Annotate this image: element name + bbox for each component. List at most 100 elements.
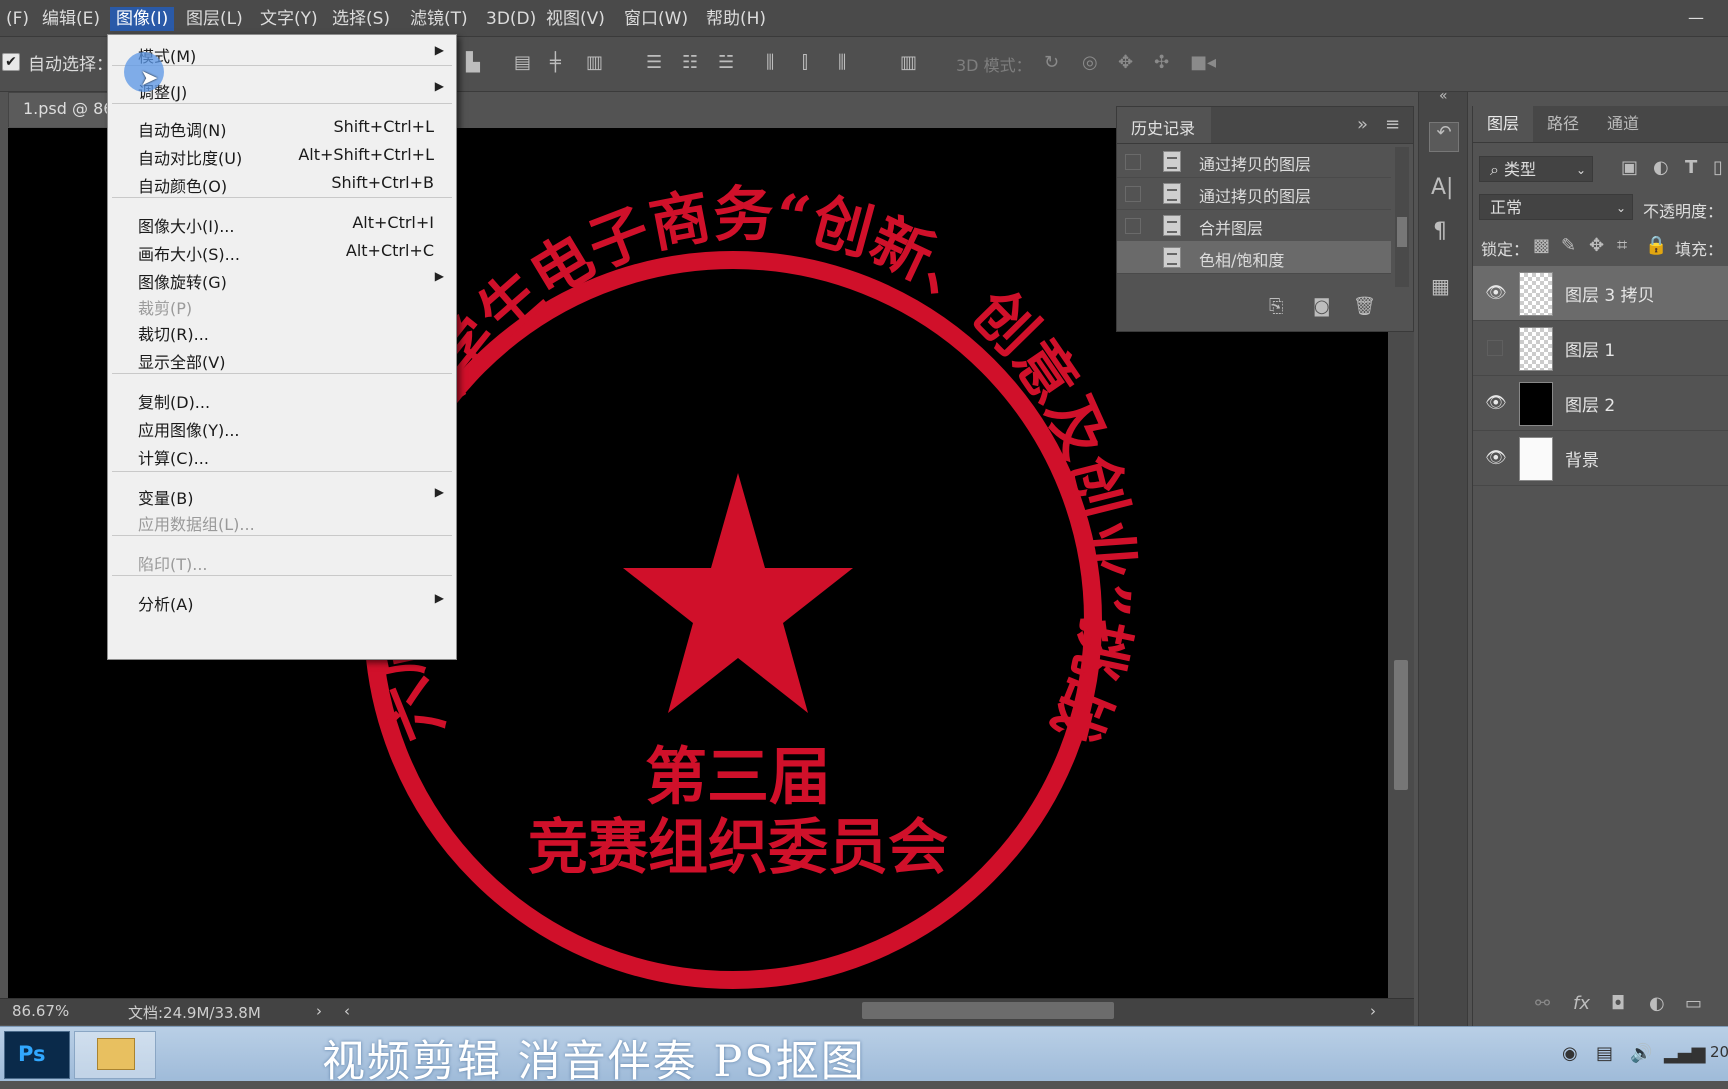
layer-style-fx-icon[interactable]: fx — [1573, 994, 1590, 1014]
lock-all-icon[interactable]: 🔒 — [1645, 236, 1667, 256]
blend-mode-select[interactable]: 正常 ⌄ — [1479, 194, 1633, 220]
image-menu-item-17[interactable]: 分析(A) ▶ — [108, 587, 456, 615]
volume-icon[interactable]: 🔊 — [1630, 1043, 1652, 1064]
align-bottom-icon[interactable]: ▙ — [466, 53, 480, 73]
layer-row[interactable]: 图层 1 — [1473, 321, 1728, 376]
layer-row[interactable]: 👁 图层 2 — [1473, 376, 1728, 431]
history-brush-source-box[interactable] — [1125, 186, 1141, 202]
lock-transparent-icon[interactable]: ▩ — [1533, 236, 1550, 256]
roll-3d-icon[interactable]: ◎ — [1082, 53, 1098, 73]
new-document-from-state-icon[interactable]: ⎘ — [1269, 297, 1283, 317]
filter-adjustment-icon[interactable]: ◐ — [1653, 158, 1669, 178]
image-menu-item-7[interactable]: 图像旋转(G) ▶ — [108, 265, 456, 293]
zoom-level[interactable]: 86.67% — [12, 1002, 69, 1020]
signal-icon[interactable]: ▂▄▆ — [1664, 1043, 1706, 1064]
filter-image-icon[interactable]: ▣ — [1621, 158, 1638, 178]
menu-item-1[interactable]: 编辑(E) — [36, 7, 106, 31]
layer-row[interactable]: 👁 图层 3 拷贝 — [1473, 266, 1728, 321]
rotate-3d-icon[interactable]: ↻ — [1044, 53, 1059, 73]
layer-name[interactable]: 图层 2 — [1565, 391, 1615, 416]
history-scrollbar[interactable] — [1395, 147, 1409, 287]
history-item[interactable]: 通过拷贝的图层 — [1117, 145, 1391, 178]
history-item[interactable]: 通过拷贝的图层 — [1117, 177, 1391, 210]
paragraph-panel-icon[interactable]: ¶ — [1433, 221, 1447, 243]
align-right-icon[interactable]: ▥ — [586, 53, 603, 73]
add-mask-icon[interactable]: ◘ — [1611, 994, 1625, 1014]
visibility-eye-icon[interactable]: 👁 — [1485, 283, 1507, 303]
vertical-scroll-thumb[interactable] — [1394, 660, 1408, 790]
image-menu-item-11[interactable]: 复制(D)... — [108, 385, 456, 413]
align-left-icon[interactable]: ▤ — [514, 53, 531, 73]
menu-item-10[interactable]: 帮助(H) — [700, 7, 772, 31]
menu-item-8[interactable]: 视图(V) — [540, 7, 611, 31]
character-panel-icon[interactable]: A| — [1431, 177, 1453, 199]
scale-3d-icon[interactable]: ■◂ — [1190, 53, 1216, 73]
visibility-eye-icon[interactable]: 👁 — [1485, 448, 1507, 468]
collapse-dock-icon[interactable]: « — [1439, 86, 1448, 106]
minimize-icon[interactable]: — — [1688, 8, 1706, 27]
document-tab[interactable]: 1.psd @ 86 — [8, 92, 120, 127]
history-brush-source-box[interactable] — [1125, 250, 1141, 266]
delete-trash-icon[interactable]: 🗑 — [1353, 297, 1376, 317]
scroll-left-icon[interactable]: ‹ — [344, 1002, 350, 1020]
input-method-icon[interactable]: ◉ — [1562, 1043, 1578, 1064]
network-icon[interactable]: ▤ — [1596, 1043, 1613, 1064]
tab-paths[interactable]: 路径 — [1533, 106, 1593, 142]
properties-panel-icon[interactable]: ▦ — [1431, 276, 1450, 296]
panel-menu-icon[interactable]: ≡ — [1385, 115, 1400, 135]
filter-shape-icon[interactable]: ▯ — [1713, 158, 1723, 178]
snapshot-camera-icon[interactable]: ◙ — [1313, 297, 1330, 317]
image-menu-item-12[interactable]: 应用图像(Y)... — [108, 413, 456, 441]
history-brush-source-box[interactable] — [1125, 218, 1141, 234]
image-menu-item-5[interactable]: 图像大小(I)... Alt+Ctrl+I — [108, 209, 456, 237]
history-item[interactable]: 合并图层 — [1117, 209, 1391, 242]
layer-row[interactable]: 👁 背景 — [1473, 431, 1728, 486]
tab-channels[interactable]: 通道 — [1593, 106, 1653, 142]
new-group-folder-icon[interactable]: ▭ — [1685, 994, 1702, 1014]
history-item[interactable]: 色相/饱和度 — [1117, 241, 1391, 274]
image-menu-item-4[interactable]: 自动颜色(O) Shift+Ctrl+B — [108, 169, 456, 197]
lock-artboard-icon[interactable]: ⌗ — [1617, 236, 1627, 256]
image-menu-item-2[interactable]: 自动色调(N) Shift+Ctrl+L — [108, 113, 456, 141]
menu-item-6[interactable]: 滤镜(T) — [404, 7, 474, 31]
image-menu-item-14[interactable]: 变量(B) ▶ — [108, 481, 456, 509]
layer-name[interactable]: 图层 3 拷贝 — [1565, 281, 1655, 306]
image-menu-item-10[interactable]: 显示全部(V) — [108, 345, 456, 373]
layer-filter-select[interactable]: ⌕ 类型 ⌄ — [1479, 156, 1593, 182]
adjustment-layer-icon[interactable]: ◐ — [1649, 994, 1665, 1014]
clock[interactable]: 20 — [1710, 1043, 1728, 1061]
layer-name[interactable]: 背景 — [1565, 446, 1599, 471]
history-panel-icon[interactable]: ↶ — [1429, 122, 1459, 152]
tab-layers[interactable]: 图层 — [1473, 106, 1534, 142]
filter-type-icon[interactable]: T — [1685, 158, 1697, 178]
auto-align-icon[interactable]: ▥ — [900, 53, 917, 73]
menu-item-2[interactable]: 图像(I) — [110, 7, 175, 31]
menu-item-7[interactable]: 3D(D) — [480, 7, 542, 31]
layer-name[interactable]: 图层 1 — [1565, 336, 1615, 361]
status-arrow-icon[interactable]: › — [316, 1002, 322, 1020]
auto-select-checkbox[interactable]: ✔ — [2, 53, 20, 71]
visibility-off-box[interactable] — [1487, 340, 1503, 356]
image-menu-item-13[interactable]: 计算(C)... — [108, 441, 456, 469]
file-explorer-taskbar-button[interactable] — [74, 1031, 156, 1079]
lock-position-icon[interactable]: ✥ — [1589, 236, 1604, 256]
menu-item-0[interactable]: (F) — [0, 7, 35, 31]
horizontal-scroll-thumb[interactable] — [862, 1002, 1114, 1019]
distribute-top-icon[interactable]: ☰ — [646, 53, 662, 73]
distribute-left-icon[interactable]: ⫼ — [766, 53, 774, 73]
history-brush-source-box[interactable] — [1125, 154, 1141, 170]
menu-item-9[interactable]: 窗口(W) — [618, 7, 694, 31]
distribute-right-icon[interactable]: ⫼ — [838, 53, 846, 73]
lock-paint-icon[interactable]: ✎ — [1561, 236, 1576, 256]
image-menu-item-6[interactable]: 画布大小(S)... Alt+Ctrl+C — [108, 237, 456, 265]
image-menu-item-3[interactable]: 自动对比度(U) Alt+Shift+Ctrl+L — [108, 141, 456, 169]
collapse-panel-icon[interactable]: » — [1357, 115, 1368, 135]
menu-item-4[interactable]: 文字(Y) — [254, 7, 324, 31]
photoshop-taskbar-button[interactable]: Ps — [4, 1031, 70, 1079]
distribute-vcenter-icon[interactable]: ☷ — [682, 53, 698, 73]
distribute-bottom-icon[interactable]: ☱ — [718, 53, 734, 73]
visibility-eye-icon[interactable]: 👁 — [1485, 393, 1507, 413]
distribute-hcenter-icon[interactable]: ⫿ — [802, 53, 808, 73]
menu-item-5[interactable]: 选择(S) — [326, 7, 396, 31]
link-layers-icon[interactable]: ⚯ — [1535, 994, 1550, 1014]
